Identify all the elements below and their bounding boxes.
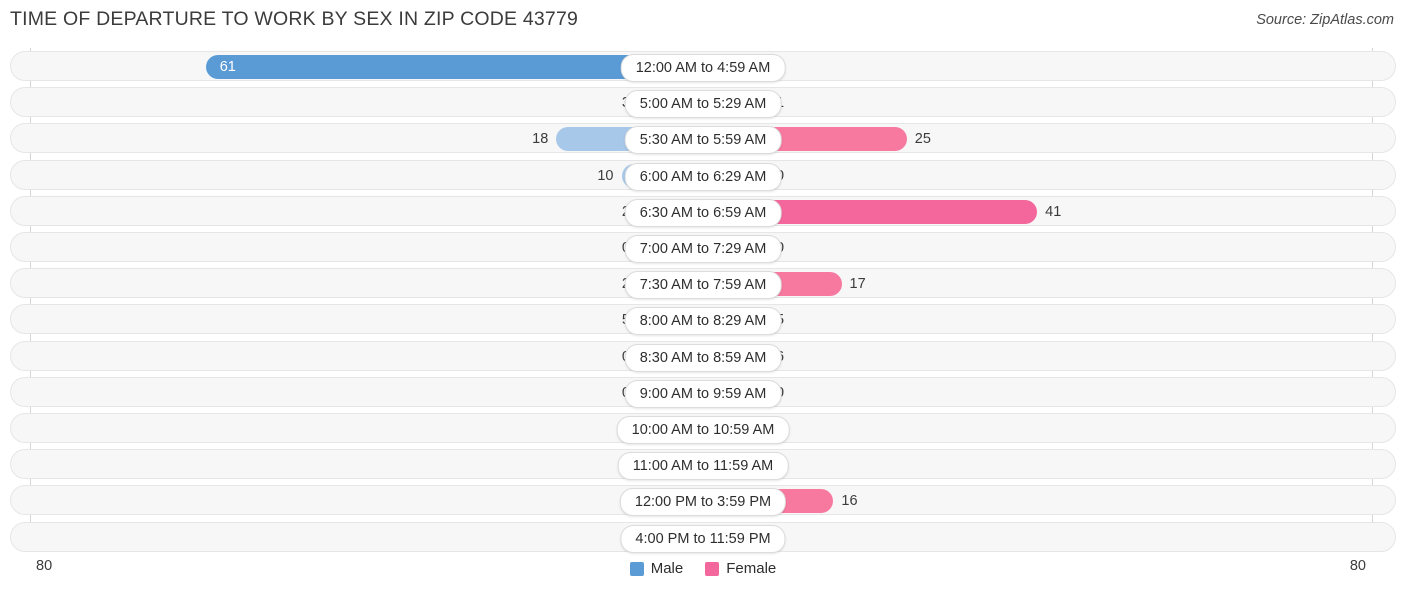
table-row: 61112:00 AM to 4:59 AM — [10, 51, 1396, 82]
table-row: 009:00 AM to 9:59 AM — [10, 376, 1396, 408]
category-label: 9:00 AM to 9:59 AM — [624, 379, 782, 408]
table-row: 007:00 AM to 7:29 AM — [10, 232, 1396, 263]
chart-plot-area: 61112:00 AM to 4:59 AM 315:00 AM to 5:29 … — [0, 48, 1406, 553]
value-label-male: 61 — [219, 59, 236, 75]
table-row: 2416:30 AM to 6:59 AM — [10, 195, 1396, 227]
table-row: 558:00 AM to 8:29 AM — [10, 304, 1396, 336]
category-label: 5:00 AM to 5:29 AM — [624, 90, 782, 119]
category-label: 7:00 AM to 7:29 AM — [624, 235, 782, 263]
value-label-female: 41 — [1045, 203, 1062, 220]
table-row: 1110:00 AM to 10:59 AM — [10, 413, 1396, 444]
category-label: 5:30 AM to 5:59 AM — [624, 126, 782, 155]
category-label: 12:00 PM to 3:59 PM — [619, 488, 787, 517]
legend-item[interactable]: Male — [629, 560, 684, 577]
chart-header: TIME OF DEPARTURE TO WORK BY SEX IN ZIP … — [0, 0, 1406, 44]
category-label: 6:30 AM to 6:59 AM — [624, 198, 782, 227]
value-label-female: 16 — [841, 493, 858, 510]
category-label: 4:00 PM to 11:59 PM — [620, 524, 786, 553]
legend-swatch-icon — [629, 561, 644, 576]
table-row: 18 25 5:30 AM to 5:59 AM — [10, 123, 1396, 155]
category-label: 8:00 AM to 8:29 AM — [624, 307, 782, 336]
category-label: 12:00 AM to 4:59 AM — [620, 54, 786, 82]
legend-label: Male — [650, 560, 684, 577]
value-label-female: 25 — [914, 131, 931, 148]
category-label: 10:00 AM to 10:59 AM — [616, 416, 790, 444]
chart-footer: 80 80 Male Female — [0, 552, 1406, 594]
value-label-male: 10 — [597, 167, 614, 184]
value-label-male: 18 — [532, 131, 549, 148]
table-row: 315:00 AM to 5:29 AM — [10, 87, 1396, 119]
table-row: 2177:30 AM to 7:59 AM — [10, 268, 1396, 300]
category-label: 7:30 AM to 7:59 AM — [624, 271, 782, 300]
category-label: 8:30 AM to 8:59 AM — [624, 343, 782, 372]
table-row: 1006:00 AM to 6:29 AM — [10, 159, 1396, 191]
value-label-female: 17 — [849, 276, 866, 293]
legend-swatch-icon — [705, 561, 720, 576]
table-row: 068:30 AM to 8:59 AM — [10, 340, 1396, 372]
chart-legend: Male Female — [0, 560, 1406, 577]
category-label: 6:00 AM to 6:29 AM — [624, 162, 782, 191]
legend-item[interactable]: Female — [705, 560, 776, 577]
source-attribution: Source: ZipAtlas.com — [1256, 12, 1394, 28]
page-title: TIME OF DEPARTURE TO WORK BY SEX IN ZIP … — [10, 8, 579, 30]
legend-label: Female — [726, 560, 777, 577]
table-row: 11612:00 PM to 3:59 PM — [10, 485, 1396, 517]
category-label: 11:00 AM to 11:59 AM — [617, 452, 789, 481]
table-row: 504:00 PM to 11:59 PM — [10, 521, 1396, 553]
table-row: 0011:00 AM to 11:59 AM — [10, 449, 1396, 481]
